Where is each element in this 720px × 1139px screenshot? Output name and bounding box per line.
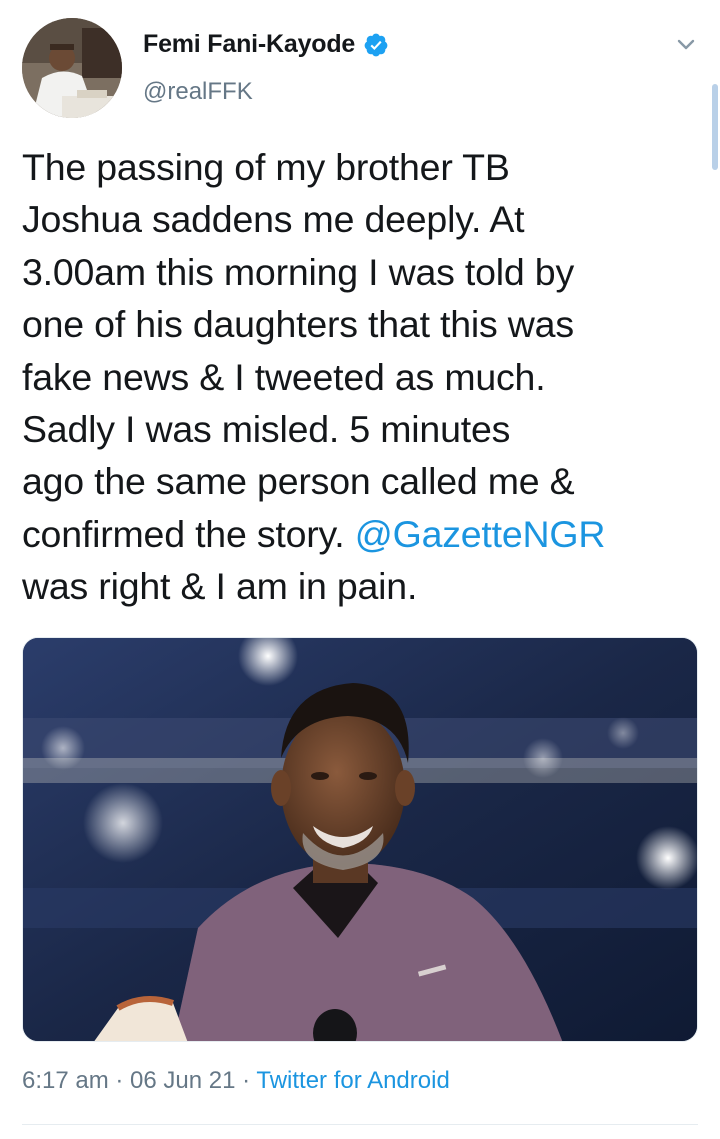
- meta-separator: ·: [235, 1067, 257, 1094]
- verified-badge-icon: [363, 32, 389, 58]
- author-name[interactable]: Femi Fani-Kayode: [143, 30, 355, 59]
- avatar[interactable]: [22, 18, 122, 118]
- mention-link[interactable]: @GazetteNGR: [355, 513, 606, 555]
- tweet-text-part-2: was right & I am in pain.: [22, 565, 418, 608]
- tweet-media-photo[interactable]: [22, 637, 698, 1042]
- tweet-time[interactable]: 6:17 am: [22, 1067, 109, 1094]
- meta-separator: ·: [108, 1067, 131, 1094]
- tweet-meta: 6:17 am · 06 Jun 21 · Twitter for Androi…: [22, 1067, 450, 1095]
- tweet-card: Femi Fani-Kayode @realFFK The passing of…: [0, 0, 720, 1139]
- chevron-down-icon[interactable]: [672, 30, 700, 58]
- author-name-row: Femi Fani-Kayode: [143, 30, 389, 59]
- scrollbar-thumb[interactable]: [712, 84, 718, 170]
- tweet-date[interactable]: 06 Jun 21: [130, 1067, 235, 1094]
- tweet-text-part-1: The passing of my brother TB Joshua sadd…: [22, 146, 575, 555]
- author-handle[interactable]: @realFFK: [143, 78, 253, 106]
- tweet-source-link[interactable]: Twitter for Android: [256, 1067, 449, 1094]
- divider: [22, 1124, 698, 1125]
- tweet-text: The passing of my brother TB Joshua sadd…: [22, 141, 702, 613]
